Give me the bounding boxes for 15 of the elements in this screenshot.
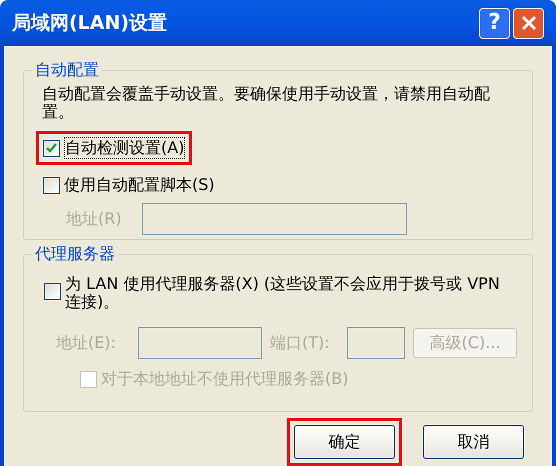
checkbox[interactable]: [43, 140, 60, 156]
port-label: 端口(T):: [270, 333, 331, 353]
dialog-button[interactable]: 取消: [423, 425, 524, 459]
help-button[interactable]: ?: [479, 8, 510, 38]
address-label: 地址(R): [66, 209, 122, 229]
address-label: 地址(E):: [56, 333, 117, 353]
close-icon: [520, 15, 536, 31]
checkbox-label[interactable]: 自动检测设置(A): [64, 137, 186, 159]
close-button[interactable]: [513, 8, 544, 38]
description-text: 自动配置会覆盖手动设置。要确保使用手动设置，请禁用自动配置。: [41, 85, 491, 121]
dialog-button[interactable]: 确定: [294, 425, 395, 459]
window-title: 局域网(LAN)设置: [12, 10, 168, 36]
checkbox-label[interactable]: 使用自动配置脚本(S): [64, 175, 215, 195]
checkbox[interactable]: [43, 176, 60, 194]
checkmark-icon: [46, 143, 57, 153]
